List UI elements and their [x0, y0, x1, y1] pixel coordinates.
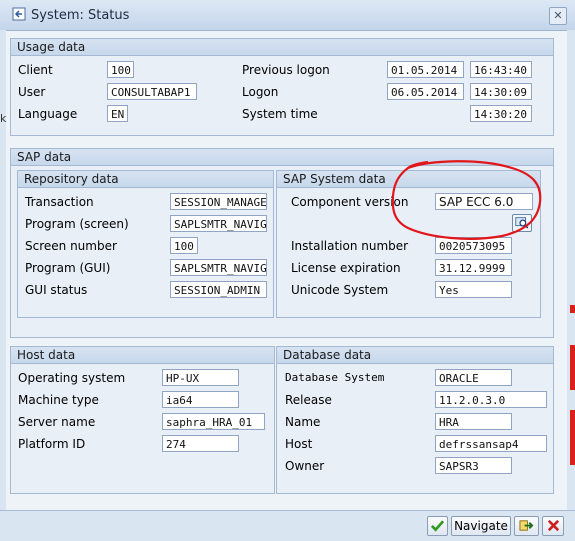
- logon-date[interactable]: 06.05.2014: [387, 83, 464, 100]
- name-field[interactable]: HRA: [435, 413, 512, 430]
- background-mark: [570, 345, 575, 390]
- background-mark: [570, 305, 575, 313]
- license-expiration-field[interactable]: 31.12.9999: [435, 259, 512, 276]
- system-time-field[interactable]: 14:30:20: [470, 105, 532, 122]
- license-expiration-label: License expiration: [291, 261, 401, 275]
- annotation-ellipse: [391, 160, 542, 240]
- platform-id-field[interactable]: 274: [162, 435, 239, 452]
- operating-system-field[interactable]: HP-UX: [162, 369, 239, 386]
- installation-number-label: Installation number: [291, 239, 409, 253]
- close-icon[interactable]: ✕: [549, 7, 567, 25]
- previous-logon-time[interactable]: 16:43:40: [470, 61, 532, 78]
- unicode-system-label: Unicode System: [291, 283, 389, 297]
- language-field[interactable]: EN: [107, 105, 128, 122]
- operating-system-label: Operating system: [18, 371, 126, 385]
- owner-field[interactable]: SAPSR3: [435, 457, 512, 474]
- system-time-label: System time: [242, 107, 318, 121]
- gui-status-label: GUI status: [25, 283, 88, 297]
- transaction-label: Transaction: [25, 195, 94, 209]
- screen-number-label: Screen number: [25, 239, 117, 253]
- button-bar: Navigate: [0, 510, 575, 541]
- database-system-field[interactable]: ORACLE: [435, 369, 512, 386]
- name-label: Name: [285, 415, 321, 429]
- screen-number-field[interactable]: 100: [170, 237, 198, 254]
- machine-type-label: Machine type: [18, 393, 99, 407]
- program-screen-label: Program (screen): [25, 217, 129, 231]
- owner-label: Owner: [285, 459, 325, 473]
- group-title: Host data: [11, 347, 274, 364]
- database-system-label: Database System: [285, 371, 385, 384]
- logon-label: Logon: [242, 85, 279, 99]
- client-label: Client: [18, 63, 53, 77]
- host-label: Host: [285, 437, 313, 451]
- window-icon: [12, 7, 26, 21]
- accept-button[interactable]: [427, 516, 448, 536]
- program-gui-field[interactable]: SAPLSMTR_NAVIGATION: [170, 259, 267, 276]
- transaction-field[interactable]: SESSION_MANAGER: [170, 193, 267, 210]
- checkmark-icon: [430, 520, 445, 532]
- platform-id-label: Platform ID: [18, 437, 86, 451]
- navigate-button[interactable]: Navigate: [451, 516, 511, 536]
- background-char: k: [0, 112, 7, 125]
- client-field[interactable]: 100: [107, 61, 134, 78]
- background-right: [567, 30, 575, 510]
- previous-logon-date[interactable]: 01.05.2014: [387, 61, 464, 78]
- group-title: Usage data: [11, 39, 553, 56]
- machine-type-field[interactable]: ia64: [162, 391, 239, 408]
- release-label: Release: [285, 393, 332, 407]
- program-screen-field[interactable]: SAPLSMTR_NAVIGATION: [170, 215, 267, 232]
- gui-status-field[interactable]: SESSION_ADMIN: [170, 281, 267, 298]
- language-label: Language: [18, 107, 78, 121]
- title-bar: System: Status ✕: [0, 0, 575, 31]
- background-left: k: [0, 30, 6, 510]
- cancel-icon: [547, 519, 559, 532]
- user-label: User: [18, 85, 46, 99]
- unicode-system-field[interactable]: Yes: [435, 281, 512, 298]
- previous-logon-label: Previous logon: [242, 63, 330, 77]
- group-title: Repository data: [18, 171, 273, 188]
- release-field[interactable]: 11.2.0.3.0: [435, 391, 547, 408]
- user-field[interactable]: CONSULTABAP1: [107, 83, 197, 100]
- group-title: Database data: [277, 347, 553, 364]
- server-name-label: Server name: [18, 415, 96, 429]
- host-field[interactable]: defrssansap4: [435, 435, 547, 452]
- window-title: System: Status: [31, 8, 130, 23]
- logon-time[interactable]: 14:30:09: [470, 83, 532, 100]
- background-mark: [570, 410, 575, 465]
- cancel-button[interactable]: [542, 516, 564, 536]
- program-gui-label: Program (GUI): [25, 261, 111, 275]
- forward-icon: [519, 520, 534, 531]
- forward-button[interactable]: [514, 516, 539, 536]
- server-name-field[interactable]: saphra_HRA_01: [162, 413, 265, 430]
